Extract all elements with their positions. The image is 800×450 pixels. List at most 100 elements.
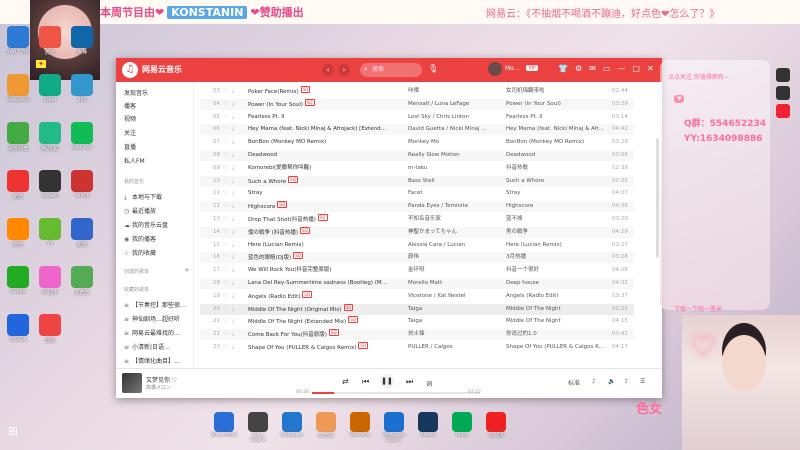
track-album[interactable]: BonBon (Monkey MO Remix): [506, 137, 606, 148]
taskbar-app[interactable]: Uplay: [448, 412, 476, 438]
right-bar-icon[interactable]: [776, 86, 790, 100]
sidebar-item-fm[interactable]: 私人FM: [124, 156, 194, 166]
playlist-queue-icon[interactable]: ☰: [640, 378, 645, 385]
like-icon[interactable]: ♡: [223, 291, 228, 302]
sidebar-item-recent[interactable]: ◷ 最近播放: [124, 206, 194, 216]
download-icon[interactable]: ⤓: [232, 201, 234, 212]
desktop-icon[interactable]: 微软: [36, 26, 64, 56]
volume-icon[interactable]: 🔈: [608, 378, 615, 385]
sidebar-item-live[interactable]: 直播: [124, 142, 194, 152]
forward-button[interactable]: ›: [338, 64, 350, 76]
track-artist[interactable]: m-taku: [408, 163, 488, 174]
desktop-icon[interactable]: PP助手: [36, 266, 64, 296]
desktop-icon[interactable]: ToDesk: [4, 314, 32, 343]
mini-mode-icon[interactable]: ▭: [603, 64, 611, 73]
like-icon[interactable]: ♡: [223, 150, 228, 161]
track-artist[interactable]: Monkey Mo: [408, 137, 488, 148]
track-artist[interactable]: Panda Eyes / Teminite: [408, 201, 488, 212]
track-album[interactable]: Highscore: [506, 201, 606, 212]
download-icon[interactable]: ⤓: [232, 252, 234, 263]
track-row[interactable]: 19 ♡ ⤓ Angels (Radio Edit) SQ Vicetone / Kat …: [200, 290, 634, 303]
download-icon[interactable]: ⤓: [232, 278, 234, 289]
album-cover[interactable]: [122, 373, 142, 393]
like-icon[interactable]: ♡: [223, 214, 228, 225]
track-artist[interactable]: Morello Matt: [408, 278, 488, 289]
download-icon[interactable]: ⤓: [232, 316, 234, 327]
download-icon[interactable]: ⤓: [232, 188, 234, 199]
skin-icon[interactable]: 👕: [558, 64, 568, 73]
sidebar-item-local[interactable]: ⤓ 本地与下载: [124, 192, 194, 202]
track-album[interactable]: 抖音一个很好: [506, 265, 606, 276]
maximize-icon[interactable]: □: [632, 64, 640, 73]
track-title[interactable]: 蓝色的眼睛(DJ版) SQ: [248, 252, 388, 264]
desktop-icon[interactable]: WeChat: [68, 122, 96, 151]
track-album[interactable]: Deadwood: [506, 150, 606, 161]
track-album[interactable]: 女司机嗨翻来啦: [506, 86, 606, 97]
search-input[interactable]: 搜索: [360, 63, 422, 77]
desktop-icon[interactable]: Edge: [36, 74, 64, 103]
track-row[interactable]: 22 ♡ ⤓ Come Back For You(抖音原版) SQ 刘士锋 你说过的1.0 0…: [200, 329, 634, 341]
download-icon[interactable]: ⤓: [232, 124, 234, 135]
track-artist[interactable]: Taiga: [408, 316, 488, 327]
download-icon[interactable]: ⤓: [232, 86, 234, 97]
like-icon[interactable]: ♡: [223, 342, 228, 353]
track-album[interactable]: Fearless Pt. II: [506, 112, 606, 123]
track-album[interactable]: Angels (Radio Edit): [506, 291, 606, 302]
right-bar-icon[interactable]: [776, 68, 790, 82]
desktop-icon[interactable]: WeGame: [4, 74, 32, 103]
user-avatar[interactable]: [488, 62, 502, 76]
playlist-item[interactable]: ≡ 网易云最难找的…: [124, 328, 194, 338]
right-bar-icon[interactable]: [776, 104, 790, 118]
track-title[interactable]: Middle Of The Night (Extended Mix) SQ: [248, 316, 388, 328]
like-icon[interactable]: ♡: [223, 278, 228, 289]
track-album[interactable]: 抖音热歌: [506, 163, 606, 174]
download-icon[interactable]: ⤓: [232, 291, 234, 302]
track-row[interactable]: 16 ♡ ⤓ 蓝色的眼睛(DJ版) SQ 颜伟 3月热播 03:28: [200, 252, 634, 264]
track-artist[interactable]: Bass Stell: [408, 176, 488, 187]
track-row[interactable]: 21 ♡ ⤓ Middle Of The Night (Extended Mix) SQ…: [200, 316, 634, 327]
settings-icon[interactable]: ⚙: [575, 64, 582, 73]
desktop-icon[interactable]: YY: [36, 218, 64, 247]
like-icon[interactable]: ♡: [223, 240, 228, 251]
track-artist[interactable]: 金环呀: [408, 265, 488, 276]
download-icon[interactable]: ⤓: [232, 304, 234, 315]
like-icon[interactable]: ♡: [223, 86, 228, 97]
taskbar-app[interactable]: QQ音乐: [312, 412, 340, 439]
like-icon[interactable]: ♡: [223, 265, 228, 276]
track-artist[interactable]: Really Slow Motion: [408, 150, 488, 161]
track-row[interactable]: 11 ♡ ⤓ Stray Facet Stray 04:07: [200, 188, 634, 199]
track-row[interactable]: 13 ♡ ⤓ Drop That Shot(抖音热播) SQ 不知名音乐家 蓝不掉 03:20: [200, 214, 634, 225]
track-title[interactable]: Middle Of The Night (Original Mix) SQ: [248, 303, 388, 316]
like-icon[interactable]: ♡: [223, 252, 228, 263]
track-row[interactable]: 03 ♡ ⤓ Poker Face(Remix) SQ 咔噗 女司机嗨翻来啦 02:44: [200, 86, 634, 97]
track-album[interactable]: Such a Whore: [506, 176, 606, 187]
track-title[interactable]: Angels (Radio Edit) SQ: [248, 290, 388, 303]
download-icon[interactable]: ⤓: [232, 240, 234, 251]
taskbar-app[interactable]: Wallpaper Engine: [380, 412, 408, 443]
track-row[interactable]: 10 ♡ ⤓ Such a Whore SQ Bass Stell Such a Whore…: [200, 175, 634, 187]
track-album[interactable]: Deep house: [506, 278, 606, 289]
track-album[interactable]: 你说过的1.0: [506, 329, 606, 340]
taskbar-app[interactable]: Steam: [414, 412, 442, 438]
desktop-icon[interactable]: Nvidia: [4, 266, 32, 295]
download-icon[interactable]: ⤓: [232, 112, 234, 123]
track-row[interactable]: 06 ♡ ⤓ Hey Mama (feat. Nicki Minaj & Afroja…: [200, 124, 634, 136]
like-icon[interactable]: ♡: [223, 201, 228, 212]
track-title[interactable]: Deadwood: [248, 150, 388, 161]
sidebar-item-cloud[interactable]: ☁ 我的音乐云盘: [124, 220, 194, 230]
download-icon[interactable]: ⤓: [232, 150, 234, 161]
desktop-icon[interactable]: 剪映: [36, 314, 64, 344]
track-album[interactable]: Hey Mama (feat. Nicki Minaj & Afrojack) …: [506, 124, 606, 135]
track-title[interactable]: Drop That Shot(抖音热播) SQ: [248, 214, 388, 226]
taskbar-app[interactable]: UU加速: [482, 412, 510, 439]
like-icon[interactable]: ♡: [223, 112, 228, 123]
sidebar-item-favorites[interactable]: ☆ 我的收藏: [124, 248, 194, 258]
track-artist[interactable]: Facet: [408, 188, 488, 199]
lyrics-button[interactable]: 词: [426, 379, 432, 388]
previous-icon[interactable]: ⏮: [362, 377, 369, 387]
sound-effect-icon[interactable]: ♪: [592, 378, 596, 385]
track-artist[interactable]: 咔噗: [408, 86, 488, 97]
download-icon[interactable]: ⤓: [232, 265, 234, 276]
share-icon[interactable]: ⇪: [624, 378, 629, 385]
playlist-item[interactable]: ≡ 小清新|日语…: [124, 342, 194, 352]
